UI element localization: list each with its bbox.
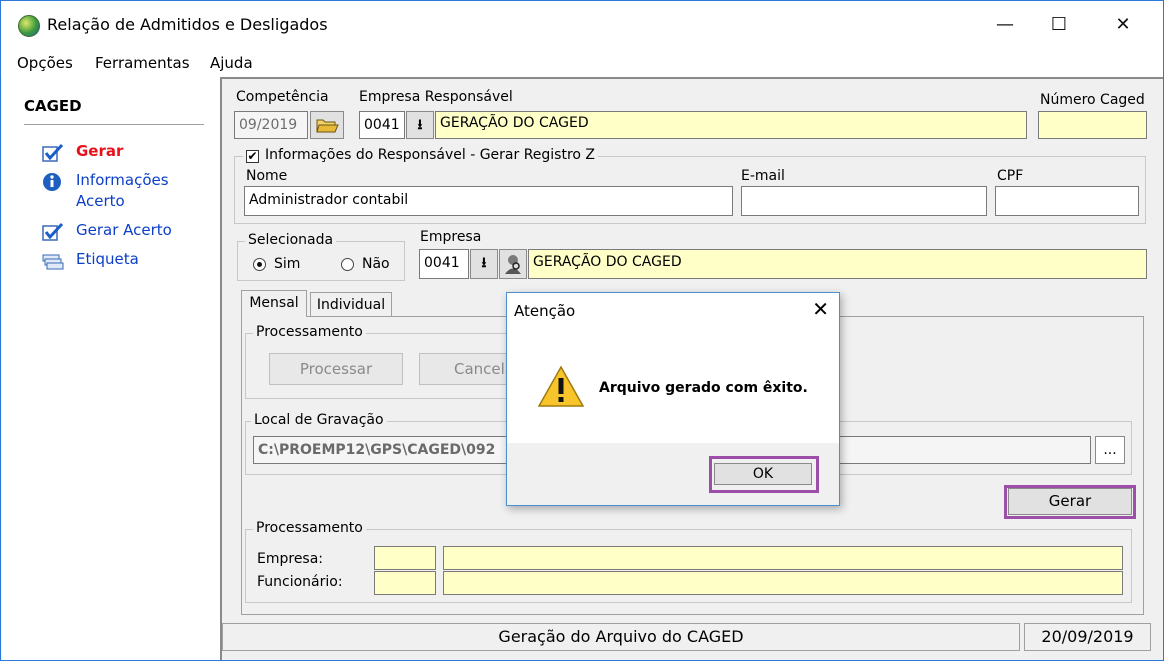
menu-opcoes[interactable]: Opções — [17, 54, 73, 72]
close-button[interactable]: ✕ — [1101, 9, 1145, 41]
dialog-footer: OK — [507, 443, 839, 505]
empresa-responsavel-name[interactable]: GERAÇÃO DO CAGED — [435, 111, 1027, 139]
empresa-code[interactable]: 0041 — [419, 249, 469, 279]
funcionario-count-field — [374, 571, 436, 595]
funcionario-progress-field — [443, 571, 1123, 595]
sidebar-title: CAGED — [24, 97, 82, 115]
status-bar: Geração do Arquivo do CAGED 20/09/2019 — [222, 623, 1163, 653]
radio-sim-label: Sim — [274, 256, 301, 272]
window-title: Relação de Admitidos e Desligados — [47, 15, 328, 34]
download-arrow-icon: ⭳ — [417, 117, 423, 133]
sidebar-item-label: Informações — [76, 171, 169, 189]
radio-nao[interactable] — [341, 258, 354, 271]
tab-individual[interactable]: Individual — [310, 292, 392, 317]
sidebar-item-label-line2: Acerto — [76, 192, 125, 210]
check-icon — [42, 143, 64, 162]
local-gravacao-label: Local de Gravação — [251, 412, 387, 428]
attention-dialog: Atenção ✕ Arquivo gerado com êxito. OK — [506, 292, 840, 506]
numero-caged-label: Número Caged — [1040, 92, 1145, 108]
responsavel-checkbox-label: Informações do Responsável - Gerar Regis… — [265, 147, 596, 163]
sidebar-divider — [24, 124, 204, 125]
empresa-progress-field — [443, 546, 1123, 570]
empresa-count-label: Empresa: — [257, 551, 324, 567]
empresa-responsavel-dropdown[interactable]: ⭳ — [406, 111, 434, 139]
open-folder-button[interactable] — [310, 111, 344, 139]
email-field[interactable] — [741, 186, 987, 216]
competencia-field[interactable]: 09/2019 — [234, 111, 308, 139]
numero-caged-field[interactable] — [1038, 111, 1147, 139]
tab-mensal[interactable]: Mensal — [241, 290, 307, 317]
cpf-label: CPF — [997, 168, 1024, 184]
title-bar: Relação de Admitidos e Desligados — ☐ ✕ — [1, 1, 1163, 49]
empresa-name[interactable]: GERAÇÃO DO CAGED — [528, 249, 1147, 279]
browse-button[interactable]: ... — [1095, 436, 1125, 464]
radio-nao-label: Não — [362, 256, 390, 272]
info-icon — [43, 173, 61, 191]
cpf-field[interactable] — [995, 186, 1139, 216]
competencia-label: Competência — [236, 89, 329, 105]
ok-highlight — [709, 456, 819, 493]
empresa-label: Empresa — [420, 229, 482, 245]
download-arrow-icon: ⭳ — [481, 255, 487, 271]
cancelar-button[interactable]: Cancela — [419, 353, 511, 385]
maximize-button[interactable]: ☐ — [1037, 9, 1081, 41]
radio-sim[interactable] — [253, 258, 266, 271]
app-window: Relação de Admitidos e Desligados — ☐ ✕ … — [0, 0, 1164, 661]
folder-open-icon — [316, 119, 339, 133]
gerar-highlight — [1004, 485, 1136, 519]
minimize-button[interactable]: — — [983, 9, 1027, 41]
email-label: E-mail — [741, 168, 785, 184]
sidebar-item-label: Gerar Acerto — [76, 221, 172, 239]
processamento-status-label: Processamento — [253, 520, 366, 536]
menu-ferramentas[interactable]: Ferramentas — [95, 54, 190, 72]
warning-icon — [537, 365, 585, 407]
dialog-close-button[interactable]: ✕ — [812, 297, 829, 321]
selecionada-label: Selecionada — [245, 232, 337, 248]
sidebar-item-label: Gerar — [76, 142, 124, 160]
empresa-responsavel-code[interactable]: 0041 — [359, 111, 405, 139]
status-message: Geração do Arquivo do CAGED — [222, 623, 1020, 651]
empresa-search-button[interactable] — [499, 249, 527, 279]
processar-button[interactable]: Processar — [269, 353, 403, 385]
funcionario-count-label: Funcionário: — [257, 574, 343, 590]
sidebar-item-label: Etiqueta — [76, 250, 139, 268]
menu-ajuda[interactable]: Ajuda — [210, 54, 253, 72]
sidebar: CAGED Gerar Informações Acerto Gerar Ace… — [2, 77, 220, 660]
status-date: 20/09/2019 — [1024, 623, 1151, 651]
dialog-message: Arquivo gerado com êxito. — [599, 380, 808, 396]
dialog-title: Atenção — [514, 302, 576, 320]
responsavel-checkbox[interactable]: ✔ — [246, 150, 259, 163]
empresa-count-field — [374, 546, 436, 570]
nome-label: Nome — [246, 168, 288, 184]
responsavel-group-header: ✔ Informações do Responsável - Gerar Regi… — [243, 147, 599, 163]
check-icon — [42, 222, 64, 241]
app-globe-icon — [18, 15, 40, 37]
menu-bar: Opções Ferramentas Ajuda — [1, 49, 1163, 77]
processamento-label: Processamento — [253, 324, 366, 340]
empresa-dropdown[interactable]: ⭳ — [470, 249, 498, 279]
person-search-icon — [505, 255, 521, 274]
label-icon — [42, 254, 64, 270]
empresa-responsavel-label: Empresa Responsável — [359, 89, 513, 105]
nome-field[interactable]: Administrador contabil — [244, 186, 733, 216]
